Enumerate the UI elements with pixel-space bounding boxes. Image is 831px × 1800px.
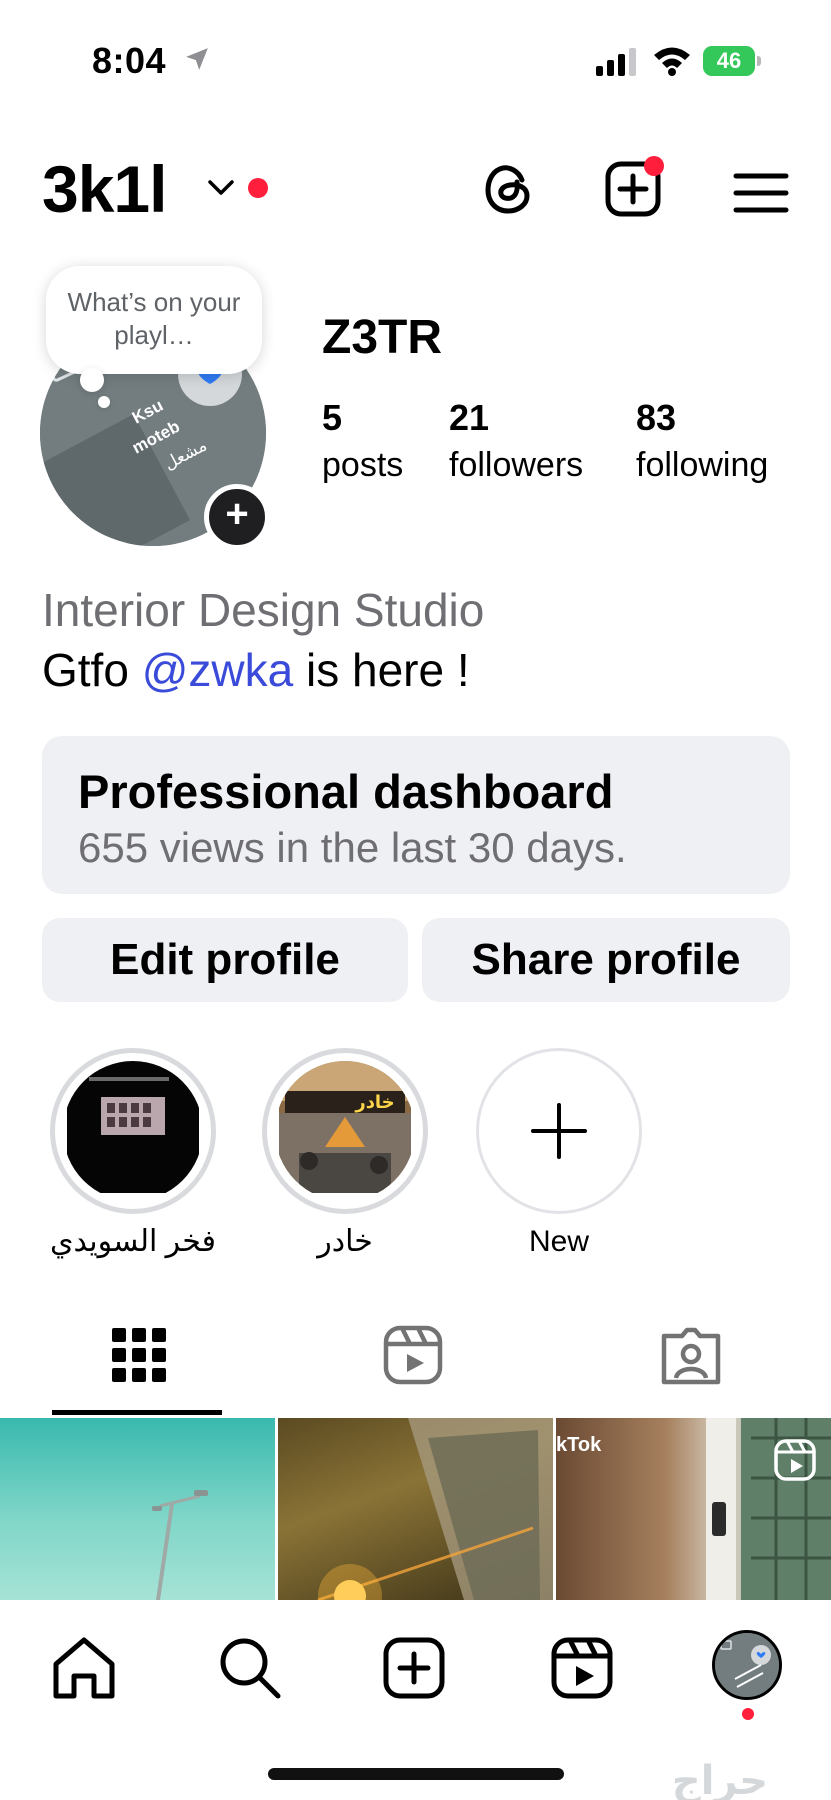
highlight-label: New <box>528 1225 589 1258</box>
highlight-cover: خادر <box>275 1061 415 1201</box>
battery-tip <box>757 56 761 66</box>
following-count: 83 <box>636 397 677 438</box>
dashboard-subtitle: 655 views in the last 30 days. <box>78 824 627 871</box>
highlight-sign-text: خادر <box>354 1092 394 1113</box>
plus-icon <box>531 1103 587 1159</box>
highlight-cover <box>63 1061 203 1201</box>
home-indicator[interactable] <box>268 1768 564 1780</box>
following-stat[interactable]: 83 following <box>636 396 768 490</box>
add-story-button[interactable]: + <box>204 484 270 550</box>
cellular-signal-icon <box>596 48 636 76</box>
profile-bio: Gtfo @zwka is here ! <box>42 642 470 698</box>
threads-icon[interactable] <box>478 158 540 220</box>
professional-dashboard-card[interactable]: Professional dashboard 655 views in the … <box>42 736 790 894</box>
followers-label: followers <box>449 446 584 484</box>
highlight-ring: خادر <box>262 1048 428 1214</box>
profile-notification-dot <box>742 1708 754 1720</box>
note-bubble[interactable]: What’s on your playl… <box>46 266 262 374</box>
profile-header: 3k1l <box>0 150 831 230</box>
watermark-text: حراج <box>672 1758 768 1800</box>
search-icon[interactable] <box>216 1634 284 1702</box>
bio-mention-link[interactable]: @zwka <box>142 644 294 696</box>
active-tab-indicator <box>52 1410 222 1415</box>
battery-indicator: 46 <box>703 46 761 76</box>
reels-icon[interactable] <box>380 1322 446 1388</box>
wifi-icon <box>654 47 690 76</box>
create-icon[interactable] <box>380 1634 448 1702</box>
story-highlight[interactable]: فخر السويدي <box>48 1048 218 1262</box>
grid-icon[interactable] <box>106 1322 172 1388</box>
account-username[interactable]: 3k1l <box>42 154 167 224</box>
highlight-label: خادر <box>317 1225 373 1258</box>
new-highlight-button[interactable]: New <box>474 1048 644 1262</box>
profile-avatar[interactable] <box>712 1630 782 1700</box>
bio-text-suffix: is here ! <box>293 644 470 696</box>
post-thumbnail[interactable] <box>278 1418 553 1600</box>
share-profile-button[interactable]: Share profile <box>422 918 790 1002</box>
status-bar: 8:04 46 <box>0 0 831 120</box>
posts-count: 5 <box>322 397 343 438</box>
bio-text-prefix: Gtfo <box>42 644 142 696</box>
account-notification-dot <box>248 178 268 198</box>
reels-icon[interactable] <box>548 1634 616 1702</box>
highlight-ring <box>50 1048 216 1214</box>
home-icon[interactable] <box>50 1634 118 1702</box>
battery-level: 46 <box>703 46 755 76</box>
post-thumbnail[interactable]: kTok <box>556 1418 831 1600</box>
location-arrow-icon <box>186 48 208 70</box>
post-thumbnail[interactable] <box>0 1418 275 1600</box>
post-caption: kTok <box>556 1434 602 1456</box>
tagged-icon[interactable] <box>658 1322 724 1388</box>
followers-count: 21 <box>449 397 490 438</box>
note-bubble-tail <box>80 368 104 392</box>
display-name: Z3TR <box>322 311 442 364</box>
story-highlight[interactable]: خادر خادر <box>260 1048 430 1262</box>
posts-stat[interactable]: 5 posts <box>322 396 403 490</box>
dashboard-title: Professional dashboard <box>78 765 614 818</box>
edit-profile-button[interactable]: Edit profile <box>42 918 408 1002</box>
highlight-label: فخر السويدي <box>50 1225 216 1258</box>
create-notification-dot <box>644 156 664 176</box>
reel-badge-icon <box>774 1439 816 1481</box>
bottom-navigation: حراج <box>0 1600 831 1800</box>
following-label: following <box>636 446 769 484</box>
chevron-down-icon[interactable] <box>206 176 236 200</box>
posts-label: posts <box>322 446 404 484</box>
haraj-watermark: حراج <box>672 1758 768 1800</box>
status-time: 8:04 <box>92 40 167 81</box>
profile-category: Interior Design Studio <box>42 584 485 636</box>
note-bubble-tail-dot <box>98 396 110 408</box>
menu-icon[interactable] <box>730 162 792 224</box>
followers-stat[interactable]: 21 followers <box>449 396 583 490</box>
new-highlight-ring <box>476 1048 642 1214</box>
